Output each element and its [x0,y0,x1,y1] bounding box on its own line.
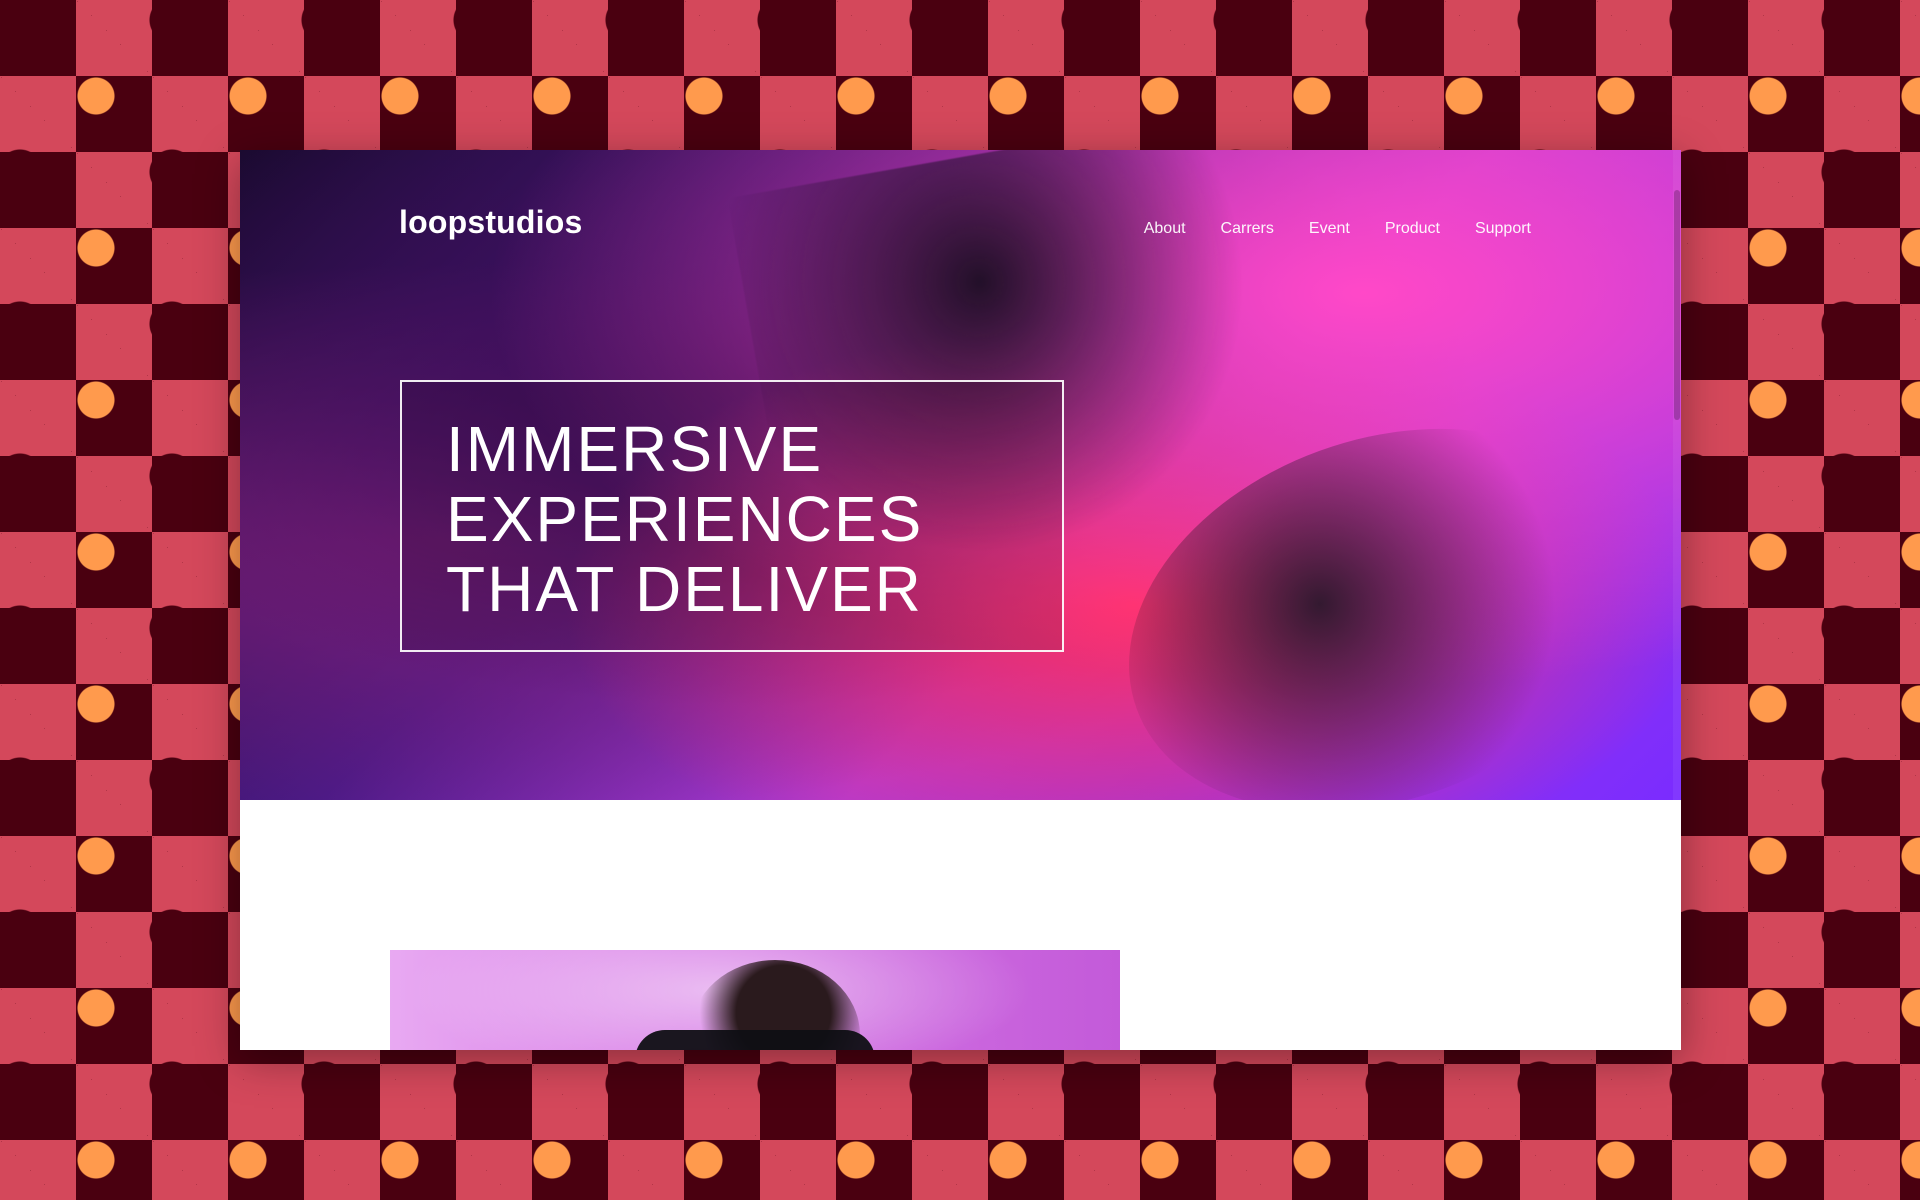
content-section [240,800,1681,1050]
hero-headline-box: IMMERSIVE EXPERIENCES THAT DELIVER [400,380,1064,652]
hero-headline-line-1: IMMERSIVE [446,413,824,485]
scrollbar-thumb[interactable] [1674,190,1680,420]
nav-link-product[interactable]: Product [1385,220,1440,238]
scrollbar[interactable] [1673,150,1681,800]
header: loopstudios About Carrers Event Product … [240,150,1681,290]
nav-link-carrers[interactable]: Carrers [1221,220,1274,238]
nav-link-support[interactable]: Support [1475,220,1531,238]
brand-logo[interactable]: loopstudios [399,204,583,241]
hero-headline-line-2: EXPERIENCES [446,483,924,555]
hero-headline: IMMERSIVE EXPERIENCES THAT DELIVER [446,414,923,624]
nav-link-about[interactable]: About [1144,220,1186,238]
website-window: loopstudios About Carrers Event Product … [240,150,1681,1050]
vr-headset-icon [635,1030,875,1050]
hero-section: loopstudios About Carrers Event Product … [240,150,1681,800]
hero-headline-line-3: THAT DELIVER [446,553,923,625]
nav-link-event[interactable]: Event [1309,220,1350,238]
main-nav: About Carrers Event Product Support [1144,220,1531,238]
teaser-image [390,950,1120,1050]
